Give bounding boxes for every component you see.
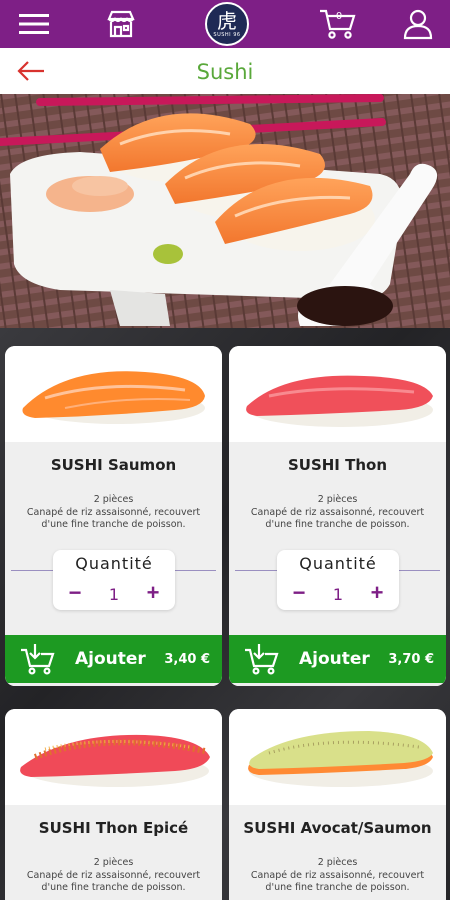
product-name: SUSHI Thon (287, 456, 388, 474)
cart-count-badge: 0 (335, 11, 343, 22)
product-description: Canapé de riz assaisonné, recouvert d'un… (9, 507, 218, 531)
product-info: SUSHI Avocat/Saumon 2 pièces Canapé de r… (229, 805, 446, 900)
product-description: Canapé de riz assaisonné, recouvert d'un… (233, 870, 442, 894)
description-line: d'une fine tranche de poisson. (41, 882, 186, 893)
product-card: SUSHI Thon Epicé 2 pièces Canapé de riz … (5, 709, 222, 900)
storefront-icon[interactable] (100, 0, 142, 48)
product-info: SUSHI Thon 2 pièces Canapé de riz assais… (229, 442, 446, 686)
product-photo (5, 709, 222, 805)
minus-button[interactable]: − (287, 582, 311, 604)
product-photo (229, 346, 446, 442)
add-to-cart-icon (21, 644, 55, 675)
title-bar: Sushi (0, 48, 450, 94)
user-icon[interactable] (396, 0, 440, 48)
add-label: Ajouter (299, 649, 370, 669)
description-line: Canapé de riz assaisonné, recouvert (26, 507, 201, 518)
cart-button[interactable]: 0 (316, 0, 360, 48)
product-price: 3,40 € (164, 651, 210, 667)
plus-button[interactable]: + (365, 582, 389, 604)
product-description: Canapé de riz assaisonné, recouvert d'un… (233, 507, 442, 531)
product-card: SUSHI Saumon 2 pièces Canapé de riz assa… (5, 346, 222, 686)
product-card: SUSHI Thon 2 pièces Canapé de riz assais… (229, 346, 446, 686)
product-pieces: 2 pièces (317, 857, 358, 868)
quantity-label: Quantité (75, 554, 153, 573)
product-card: SUSHI Avocat/Saumon 2 pièces Canapé de r… (229, 709, 446, 900)
product-grid: SUSHI Saumon 2 pièces Canapé de riz assa… (0, 328, 450, 900)
description-line: Canapé de riz assaisonné, recouvert (250, 870, 425, 881)
brand-logo[interactable]: 虎 SUSHI 96 (204, 0, 250, 48)
product-name: SUSHI Thon Epicé (38, 819, 189, 837)
product-name: SUSHI Saumon (50, 456, 177, 474)
add-to-cart-icon (245, 644, 279, 675)
product-pieces: 2 pièces (317, 494, 358, 505)
product-photo (229, 709, 446, 805)
product-name: SUSHI Avocat/Saumon (243, 819, 432, 837)
description-line: d'une fine tranche de poisson. (41, 519, 186, 530)
add-label: Ajouter (75, 649, 146, 669)
plus-button[interactable]: + (141, 582, 165, 604)
top-navigation-bar: 虎 SUSHI 96 0 (0, 0, 450, 48)
page-title: Sushi (196, 60, 254, 84)
add-to-cart-button[interactable]: Ajouter 3,40 € (5, 635, 222, 683)
minus-button[interactable]: − (63, 582, 87, 604)
hamburger-menu-icon[interactable] (14, 0, 54, 48)
product-photo (5, 346, 222, 442)
quantity-stepper: Quantité − 1 + (277, 550, 399, 610)
description-line: Canapé de riz assaisonné, recouvert (26, 870, 201, 881)
product-pieces: 2 pièces (93, 857, 134, 868)
product-description: Canapé de riz assaisonné, recouvert d'un… (9, 870, 218, 894)
quantity-label: Quantité (299, 554, 377, 573)
logo-text: SUSHI 96 (213, 31, 241, 38)
product-info: SUSHI Saumon 2 pièces Canapé de riz assa… (5, 442, 222, 686)
description-line: Canapé de riz assaisonné, recouvert (250, 507, 425, 518)
quantity-stepper: Quantité − 1 + (53, 550, 175, 610)
logo-glyph: 虎 (217, 8, 237, 33)
hero-sushi-platter-photo (0, 94, 450, 328)
description-line: d'une fine tranche de poisson. (265, 882, 410, 893)
quantity-value: 1 (108, 585, 120, 604)
quantity-value: 1 (332, 585, 344, 604)
product-pieces: 2 pièces (93, 494, 134, 505)
product-price: 3,70 € (388, 651, 434, 667)
product-info: SUSHI Thon Epicé 2 pièces Canapé de riz … (5, 805, 222, 900)
add-to-cart-button[interactable]: Ajouter 3,70 € (229, 635, 446, 683)
description-line: d'une fine tranche de poisson. (265, 519, 410, 530)
